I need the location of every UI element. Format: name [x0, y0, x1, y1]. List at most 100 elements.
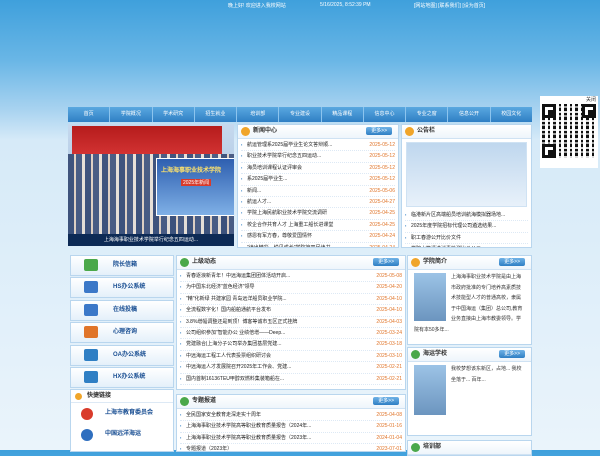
list-item[interactable]: 临港新片区高端船员培训航海模拟器场地...: [405, 210, 528, 222]
list-item[interactable]: 学院上海民航职业技术学院交流调研 2025-04-25: [241, 208, 395, 220]
quick-links-title: 快捷链接: [71, 390, 173, 403]
list-item[interactable]: 中远海运人才发展院召开2025年工作会、党建... 2025-02-21: [180, 362, 402, 374]
quick-link[interactable]: 中国远洋海运: [71, 424, 173, 445]
list-item[interactable]: 新闻... 2025-05-06: [241, 185, 395, 197]
nav-item[interactable]: 专业建设: [279, 107, 322, 122]
list-item[interactable]: 职业技术学院举行纪念五四运动... 2025-05-12: [241, 151, 395, 163]
list-item[interactable]: 航运管理系2025届毕业生论文答辩顺... 2025-05-12: [241, 140, 395, 152]
list-item-title[interactable]: 临港新片区高端船员培训航海模拟器场地...: [405, 212, 505, 218]
list-item-title[interactable]: 上海海事职业技术学院高等职业教育质量报告（2023年...: [180, 435, 311, 441]
list-item[interactable]: 系2025届毕业生... 2025-05-12: [241, 174, 395, 186]
news-more-button[interactable]: 更多>>: [366, 127, 392, 135]
nav-item[interactable]: 校园文化: [491, 107, 532, 122]
list-item-title[interactable]: 学院水箱清洗消毒检测比价公示: [405, 246, 481, 247]
training-panel: 培训部: [407, 440, 532, 456]
list-item[interactable]: 航运人才... 2025-04-27: [241, 196, 395, 209]
side-link-button[interactable]: 在线投稿: [70, 300, 174, 321]
side-link-button[interactable]: HX办公系统: [70, 367, 174, 388]
list-item[interactable]: 上海海事职业技术学院高等职业教育质量报告（2024年... 2025-01-16: [180, 421, 402, 433]
list-item-title[interactable]: 学院上海民航职业技术学院交流调研: [241, 210, 327, 216]
nav-item[interactable]: 首页: [68, 107, 111, 122]
list-item[interactable]: 3.8%增幅调整还是到顶！博客等诚市五区正式挂牌 2025-04-03: [180, 316, 402, 328]
intro-title: 学院简介: [423, 259, 448, 265]
list-item[interactable]: 上海海事职业技术学院高等职业教育质量报告（2023年... 2024-01-04: [180, 432, 402, 445]
list-item-title[interactable]: "精"化新绿 共建家园 青岛远洋船员职业学院...: [180, 296, 287, 302]
news-title: 新闻中心: [253, 128, 278, 134]
list-item[interactable]: 2025年度学院招标代理公司遴选结果...: [405, 221, 528, 233]
nav-item[interactable]: 信息中心: [364, 107, 407, 122]
side-link-button[interactable]: 心理咨询: [70, 322, 174, 343]
list-item-title[interactable]: 为中国东北经济"蓝色经济"领导: [180, 284, 255, 290]
list-item[interactable]: 青春逐浪新青年！中远海运集团团体活动开启... 2025-05-08: [180, 271, 402, 283]
list-item-title[interactable]: 校企合作共育人才 上海重工船长进课堂: [241, 222, 333, 228]
special-icon: [180, 397, 189, 406]
list-item[interactable]: 感恩有军方春，尊敬爱国情怀 2025-04-24: [241, 231, 395, 243]
list-item-title[interactable]: 职工春游公开比价文件: [405, 235, 461, 241]
list-item-title[interactable]: 新闻...: [241, 188, 261, 194]
list-item-title[interactable]: 上海海事职业技术学院高等职业教育质量报告（2024年...: [180, 423, 311, 429]
list-item-title[interactable]: 全流程数字化！国内船舶通航平台发布: [180, 307, 271, 313]
list-item[interactable]: 党建融合|上海分子公司举办集团基层党建... 2025-03-18: [180, 339, 402, 351]
list-item-title[interactable]: 航运人才...: [241, 199, 271, 205]
list-item-title[interactable]: 公司组织参加"智能办公 业绩倍增——Deep...: [180, 330, 285, 336]
side-link-label: OA办公系统: [113, 352, 147, 358]
qr-close-button[interactable]: 关闭: [586, 96, 596, 103]
list-item-title[interactable]: 青春逐浪新青年！中远海运集团团体活动开启...: [180, 273, 290, 279]
intro-more-button[interactable]: 更多>>: [499, 258, 525, 266]
nav-item[interactable]: 信息公开: [448, 107, 491, 122]
list-item[interactable]: "精"化新绿 共建家园 青岛远洋船员职业学院... 2025-04-10: [180, 293, 402, 306]
list-item-date: 2025-04-24: [367, 231, 395, 242]
nav-item[interactable]: 精品课程: [322, 107, 364, 122]
special-title: 专题报道: [192, 398, 217, 404]
quick-link[interactable]: 上海市教育委员会: [71, 403, 173, 424]
updates-more-button[interactable]: 更多>>: [373, 258, 399, 266]
notice-list: 临港新片区高端船员培训航海模拟器场地... 2025年度学院招标代理公司遴选结果.…: [402, 210, 531, 247]
nav-item[interactable]: 学院概况: [110, 107, 153, 122]
list-item[interactable]: 学院水箱清洗消毒检测比价公示: [405, 244, 528, 247]
nav-item[interactable]: 培训部: [237, 107, 280, 122]
list-item-title[interactable]: 3.8%增幅调整还是到顶！博客等诚市五区正式挂牌: [180, 319, 297, 325]
list-item-title[interactable]: 国内首制16136TEU甲醇双燃料集装箱船在...: [180, 376, 284, 382]
list-item-title[interactable]: 系2025届毕业生...: [241, 176, 287, 182]
list-item[interactable]: 公司组织参加"智能办公 业绩倍增——Deep... 2025-03-24: [180, 327, 402, 340]
list-item-title[interactable]: 海员培训课程认证评审会: [241, 165, 302, 171]
photo-banner: [72, 126, 222, 154]
list-item[interactable]: 校企合作共育人才 上海重工船长进课堂 2025-04-25: [241, 219, 395, 232]
list-item-title[interactable]: 全民国家安全教育走深走实十周年: [180, 412, 261, 418]
special-more-button[interactable]: 更多>>: [373, 397, 399, 405]
list-item-title[interactable]: 中远海运工程工人代表投票组织研讨会: [180, 353, 271, 359]
list-item[interactable]: 为中国东北经济"蓝色经济"领导 2025-04-20: [180, 282, 402, 294]
photo-caption[interactable]: 上海海事职业技术学院举行纪念五四运动...: [68, 234, 234, 246]
list-item-title[interactable]: 中远海运人才发展院召开2025年工作会、党建...: [180, 364, 291, 370]
list-item-title[interactable]: 2025年度学院招标代理公司遴选结果...: [405, 223, 496, 229]
list-item[interactable]: 专题报道（2023年） 2023-07-01: [180, 444, 402, 451]
side-link-button[interactable]: 院长信箱: [70, 255, 174, 276]
top-links[interactable]: [网站地图] [联系我们] [设为首页]: [414, 2, 485, 9]
list-item[interactable]: 全流程数字化！国内船舶通航平台发布 2025-04-10: [180, 305, 402, 317]
nav-item[interactable]: 专业之窗: [406, 107, 449, 122]
list-item-title[interactable]: 专题报道（2023年）: [180, 446, 232, 451]
list-item[interactable]: "读出精彩，悦见成长"学院第四届读书... 2025-04-24: [241, 242, 395, 247]
list-item-title[interactable]: 航运管理系2025届毕业生论文答辩顺...: [241, 142, 332, 148]
list-item[interactable]: 职工春游公开比价文件: [405, 233, 528, 245]
list-item[interactable]: 海员培训课程认证评审会 2025-05-12: [241, 162, 395, 175]
list-item[interactable]: 全民国家安全教育走深走实十周年 2025-04-08: [180, 410, 402, 422]
list-item-date: 2025-04-03: [374, 316, 402, 327]
list-item-title[interactable]: "读出精彩，悦见成长"学院第四届读书...: [241, 245, 335, 247]
quick-link-label: 中国远洋海运: [105, 431, 142, 437]
news-photo-slider[interactable]: 上海海事职业技术学院 2025年新闻 上海海事职业技术学院举行纪念五四运动...: [68, 124, 234, 246]
datetime: 5/16/2025, 8:52:39 PM: [320, 2, 371, 8]
main-nav: 首页 学院概况 学术研究 招生就业 培训部 专业建设 精品课程 信息中心 专业之窗 信息公开 校园文…: [68, 107, 532, 122]
list-item-title[interactable]: 党建融合|上海分子公司举办集团基层党建...: [180, 341, 281, 347]
nav-item[interactable]: 学术研究: [153, 107, 195, 122]
list-item-date: 2025-04-20: [374, 282, 402, 293]
sea-school-more-button[interactable]: 更多>>: [499, 350, 525, 358]
list-item-title[interactable]: 职业技术学院举行纪念五四运动...: [241, 153, 321, 159]
side-link-button[interactable]: HS办公系统: [70, 277, 174, 298]
list-item[interactable]: 中远海运工程工人代表投票组织研讨会 2025-03-10: [180, 350, 402, 363]
side-link-button[interactable]: OA办公系统: [70, 345, 174, 366]
list-item[interactable]: 国内首制16136TEU甲醇双燃料集装箱船在... 2025-02-21: [180, 373, 402, 385]
list-item-title[interactable]: 感恩有军方春，尊敬爱国情怀: [241, 233, 312, 239]
updates-icon: [180, 258, 189, 267]
nav-item[interactable]: 招生就业: [195, 107, 238, 122]
